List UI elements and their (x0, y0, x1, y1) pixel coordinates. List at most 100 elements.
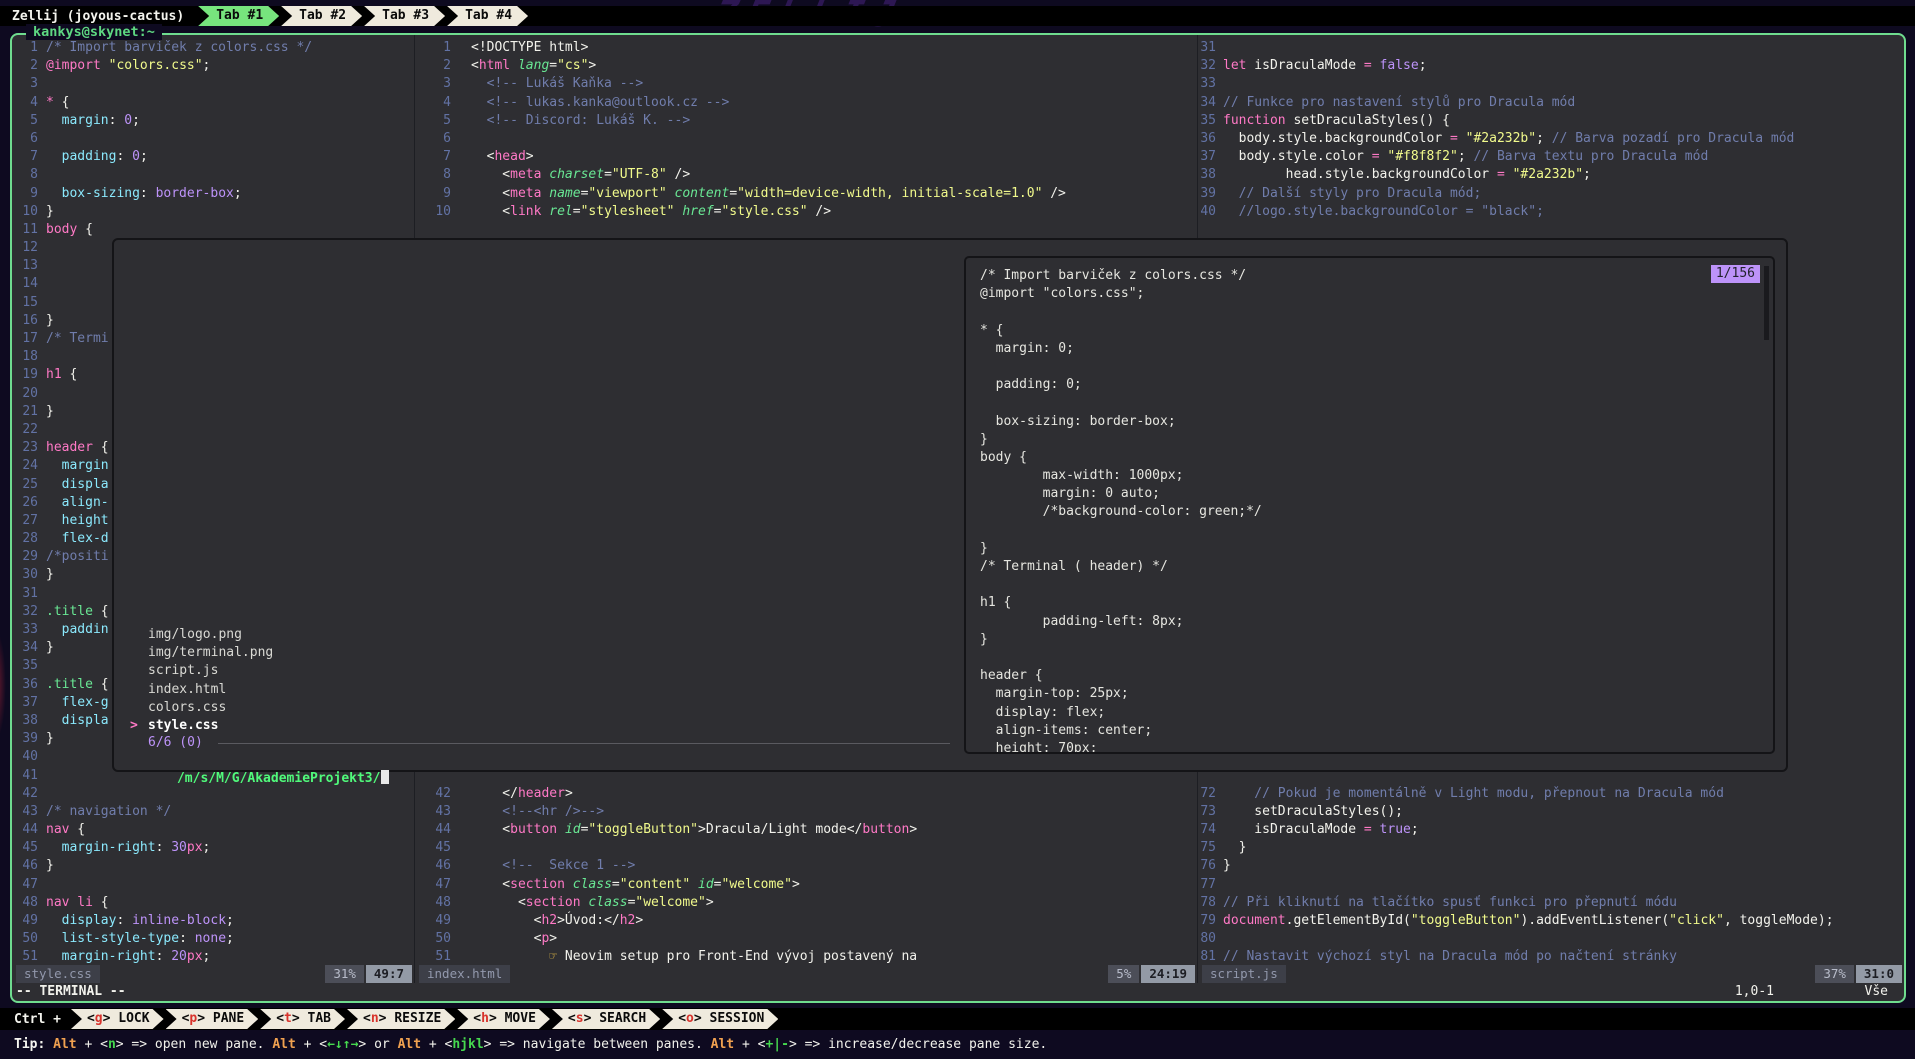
tip-segment: Alt (272, 1037, 295, 1052)
code-line: 50 list-style-type: none; (14, 930, 414, 948)
line-number: 7 (14, 148, 38, 166)
code-line: 77 (1198, 876, 1904, 894)
preview-line (980, 303, 1759, 321)
code-line: 9 box-sizing: border-box; (14, 185, 414, 203)
tip-segment: Alt (398, 1037, 421, 1052)
line-number: 6 (415, 130, 451, 148)
line-number: 9 (415, 185, 451, 203)
line-number: 24 (14, 457, 38, 475)
preview-line: margin-top: 25px; (980, 685, 1759, 703)
code-text: body.style.backgroundColor = "#2a232b"; … (1223, 130, 1794, 148)
hint-move[interactable]: <h> MOVE (457, 1009, 550, 1029)
code-text: <meta charset="UTF-8" /> (471, 166, 690, 184)
file-name: colors.css (148, 699, 226, 717)
tab-tab-4[interactable]: Tab #4 (447, 6, 528, 26)
line-number: 33 (1198, 75, 1216, 93)
line-number: 50 (14, 930, 38, 948)
statusline-percent: 37% (1815, 965, 1854, 983)
preview-line: margin: 0 auto; (980, 485, 1759, 503)
line-number: 37 (1198, 148, 1216, 166)
code-line: 44nav { (14, 821, 414, 839)
line-number: 43 (415, 803, 451, 821)
code-text: /*positi (46, 548, 109, 566)
line-number (1198, 221, 1216, 239)
line-number: 18 (14, 348, 38, 366)
code-line: 49 display: inline-block; (14, 912, 414, 930)
line-number: 45 (415, 839, 451, 857)
line-number: 2 (14, 57, 38, 75)
code-text: <button id="toggleButton">Dracula/Light … (471, 821, 917, 839)
line-number: 49 (415, 912, 451, 930)
line-number: 34 (1198, 94, 1216, 112)
line-number: 40 (1198, 203, 1216, 221)
file-name: script.js (148, 662, 218, 680)
line-number: 76 (1198, 857, 1216, 875)
line-number: 42 (415, 785, 451, 803)
zellij-status-bar: Ctrl + <g> LOCK<p> PANE<t> TAB<n> RESIZE… (0, 1008, 1915, 1030)
statusline-filename: script.js (1202, 965, 1286, 983)
tab-tab-2[interactable]: Tab #2 (281, 6, 362, 26)
code-text: @import "colors.css"; (46, 57, 210, 75)
line-number: 31 (1198, 39, 1216, 57)
code-text: head.style.backgroundColor = "#2a232b"; (1223, 166, 1591, 184)
match-counter: 6/6 (0) (148, 734, 203, 752)
screen: ZELLIJ Zellij (joyous-cactus) Tab #1Tab … (0, 0, 1915, 1059)
hint-resize[interactable]: <n> RESIZE (347, 1009, 455, 1029)
line-number: 15 (14, 294, 38, 312)
code-text: } (1223, 857, 1231, 875)
line-number: 47 (415, 876, 451, 894)
hint-session[interactable]: <o> SESSION (662, 1009, 778, 1029)
line-number: 37 (14, 694, 38, 712)
code-text: <!DOCTYPE html> (471, 39, 588, 57)
hint-pane[interactable]: <p> PANE (166, 1009, 259, 1029)
hint-tab[interactable]: <t> TAB (260, 1009, 345, 1029)
hint-lock[interactable]: <g> LOCK (71, 1009, 164, 1029)
line-number: 8 (415, 166, 451, 184)
tab-tab-1[interactable]: Tab #1 (198, 6, 279, 26)
code-text: padding: 0; (46, 148, 148, 166)
zellij-tab-bar: Zellij (joyous-cactus) Tab #1Tab #2Tab #… (0, 6, 1915, 26)
line-number: 31 (14, 585, 38, 603)
code-line: 75 } (1198, 839, 1904, 857)
line-number: 44 (415, 821, 451, 839)
preview-line: display: flex; (980, 704, 1759, 722)
code-text: <!-- Sekce 1 --> (471, 857, 635, 875)
pane-title: kankys@skynet:~ (26, 24, 162, 40)
code-line: 6 (14, 130, 414, 148)
code-text: } (46, 566, 54, 584)
line-number: 32 (14, 603, 38, 621)
tab-tab-3[interactable]: Tab #3 (364, 6, 445, 26)
preview-line: height: 70px; (980, 740, 1759, 754)
code-line: 10 <link rel="stylesheet" href="style.cs… (415, 203, 1197, 221)
code-line: 46 <!-- Sekce 1 --> (415, 857, 1197, 875)
code-text: } (46, 203, 54, 221)
code-line: 5 <!-- Discord: Lukáš K. --> (415, 112, 1197, 130)
code-text: <!-- Discord: Lukáš K. --> (471, 112, 690, 130)
tip-segment: hjkl (452, 1037, 483, 1052)
code-text: height (46, 512, 109, 530)
code-text: margin (46, 457, 109, 475)
line-number (415, 221, 451, 239)
code-text: <!-- lukas.kanka@outlook.cz --> (471, 94, 729, 112)
file-preview-pane: /* Import barviček z colors.css */@impor… (964, 256, 1775, 754)
vim-ruler-scroll: Vše (1865, 983, 1888, 1001)
line-number: 1 (14, 39, 38, 57)
line-number: 35 (1198, 112, 1216, 130)
code-text: margin: 0; (46, 112, 140, 130)
path-prompt-input[interactable]: /m/s/M/G/AkademieProjekt3/ (130, 752, 389, 770)
code-text: box-sizing: border-box; (46, 185, 242, 203)
hint-search[interactable]: <s> SEARCH (552, 1009, 660, 1029)
line-number: 42 (14, 785, 38, 803)
code-line: 32let isDraculaMode = false; (1198, 57, 1904, 75)
code-text: .title { (46, 603, 109, 621)
file-name: img/logo.png (148, 626, 242, 644)
file-name: img/terminal.png (148, 644, 273, 662)
code-text: ☞ Neovim setup pro Front-End vývoj posta… (471, 948, 917, 965)
line-number: 26 (14, 494, 38, 512)
line-number: 6 (14, 130, 38, 148)
code-text: <section class="welcome"> (471, 894, 714, 912)
preview-scrollbar[interactable] (1764, 266, 1769, 340)
session-name: Zellij (joyous-cactus) (0, 9, 198, 24)
preview-line: body { (980, 449, 1759, 467)
code-line: 76} (1198, 857, 1904, 875)
